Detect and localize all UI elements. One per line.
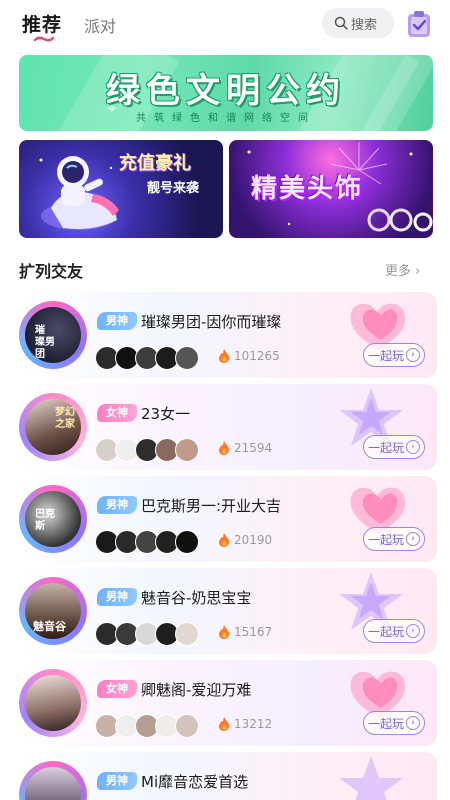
room-card[interactable]: 男神 Mi靡音恋爱首选 — [19, 752, 437, 800]
gender-badge: 女神 — [97, 404, 137, 422]
room-name: 魅音谷-奶思宝宝 — [141, 589, 252, 607]
room-card[interactable]: 巴克 斯 男神 巴克斯男一:开业大吉 20190 一起玩 › — [19, 476, 437, 562]
room-name: Mi靡音恋爱首选 — [141, 773, 249, 791]
heat-indicator: 13212 — [217, 716, 272, 732]
room-name: 23女一 — [141, 405, 191, 423]
member-avatar — [175, 714, 199, 738]
member-avatar — [175, 530, 199, 554]
room-card[interactable]: 璀 璨男 团 男神 璀璨男团-因你而璀璨 101265 一起玩 › — [19, 292, 437, 378]
avatar-caption: 魅音谷 — [33, 620, 66, 633]
gender-badge: 女神 — [97, 680, 137, 698]
room-avatar[interactable]: 璀 璨男 团 — [19, 301, 87, 369]
join-button[interactable]: 一起玩 › — [363, 343, 425, 367]
top-header: 推荐 派对 搜索 — [0, 0, 450, 48]
member-avatar — [175, 346, 199, 370]
room-name: 卿魅阁-爱迎万难 — [141, 681, 252, 699]
headwear-banner[interactable]: 精美头饰 — [229, 140, 433, 238]
heat-indicator: 20190 — [217, 532, 272, 548]
search-button[interactable]: 搜索 — [322, 8, 394, 38]
join-label: 一起玩 — [367, 532, 404, 547]
flame-icon — [219, 441, 230, 455]
chevron-right-icon: › — [406, 624, 420, 638]
member-avatar — [175, 622, 199, 646]
chevron-right-icon: › — [406, 440, 420, 454]
flame-icon — [219, 349, 230, 363]
tab-active-indicator — [34, 36, 54, 42]
tab-party[interactable]: 派对 — [84, 13, 116, 37]
heat-count: 101265 — [234, 349, 280, 363]
more-label: 更多 — [385, 264, 412, 279]
gender-badge: 男神 — [97, 588, 137, 606]
room-avatar[interactable]: 魅音谷 — [19, 577, 87, 645]
star-balloon-decoration — [339, 756, 403, 800]
heat-indicator: 21594 — [217, 440, 272, 456]
recharge-banner[interactable]: 充值豪礼 靓号来袭 — [19, 140, 223, 238]
join-button[interactable]: 一起玩 › — [363, 711, 425, 735]
astronaut-illustration — [39, 156, 119, 230]
room-avatar[interactable]: 梦幻 之家 — [19, 393, 87, 461]
heat-count: 13212 — [234, 717, 273, 731]
flame-icon — [219, 533, 230, 547]
join-button[interactable]: 一起玩 › — [363, 619, 425, 643]
civilization-banner-subtitle: 共筑绿色和谐网络空间 — [136, 113, 316, 124]
room-avatar[interactable] — [19, 761, 87, 800]
room-card[interactable]: 魅音谷 男神 魅音谷-奶思宝宝 15167 一起玩 › — [19, 568, 437, 654]
headwear-banner-title: 精美头饰 — [251, 174, 364, 204]
chevron-right-icon: › — [406, 348, 420, 362]
avatar-caption: 巴克 斯 — [35, 509, 55, 532]
avatar-caption: 梦幻 之家 — [55, 407, 75, 430]
room-avatar[interactable]: 巴克 斯 — [19, 485, 87, 553]
gender-badge: 男神 — [97, 772, 137, 790]
room-card[interactable]: 梦幻 之家 女神 23女一 21594 一起玩 › — [19, 384, 437, 470]
heat-indicator: 15167 — [217, 624, 272, 640]
room-name: 璀璨男团-因你而璀璨 — [141, 313, 282, 331]
chevron-right-icon: › — [415, 264, 421, 279]
recharge-banner-title: 充值豪礼 — [119, 153, 191, 174]
gender-badge: 男神 — [97, 312, 137, 330]
section-title: 扩列交友 — [19, 262, 84, 281]
search-icon — [334, 16, 348, 30]
civilization-banner[interactable]: ✦ 绿色文明公约 共筑绿色和谐网络空间 — [19, 55, 433, 131]
search-label: 搜索 — [351, 17, 378, 33]
flame-icon — [219, 625, 230, 639]
join-button[interactable]: 一起玩 › — [363, 527, 425, 551]
join-label: 一起玩 — [367, 624, 404, 639]
more-link[interactable]: 更多 › — [385, 260, 420, 279]
avatar-caption: 璀 璨男 团 — [35, 325, 55, 360]
join-label: 一起玩 — [367, 440, 404, 455]
chevron-right-icon: › — [406, 716, 420, 730]
room-avatar[interactable] — [19, 669, 87, 737]
room-card[interactable]: 女神 卿魅阁-爱迎万难 13212 一起玩 › — [19, 660, 437, 746]
member-avatar — [175, 438, 199, 462]
heat-count: 20190 — [234, 533, 273, 547]
task-clipboard-icon[interactable] — [406, 10, 432, 38]
join-button[interactable]: 一起玩 › — [363, 435, 425, 459]
gender-badge: 男神 — [97, 496, 137, 514]
chevron-right-icon: › — [406, 532, 420, 546]
room-name: 巴克斯男一:开业大吉 — [141, 497, 282, 515]
heat-count: 21594 — [234, 441, 273, 455]
civilization-banner-title: 绿色文明公约 — [106, 71, 346, 111]
heat-count: 15167 — [234, 625, 273, 639]
join-label: 一起玩 — [367, 348, 404, 363]
flame-icon — [219, 717, 230, 731]
recharge-banner-subtitle: 靓号来袭 — [147, 181, 200, 196]
heat-indicator: 101265 — [217, 348, 280, 364]
tab-recommend[interactable]: 推荐 — [22, 10, 62, 37]
join-label: 一起玩 — [367, 716, 404, 731]
